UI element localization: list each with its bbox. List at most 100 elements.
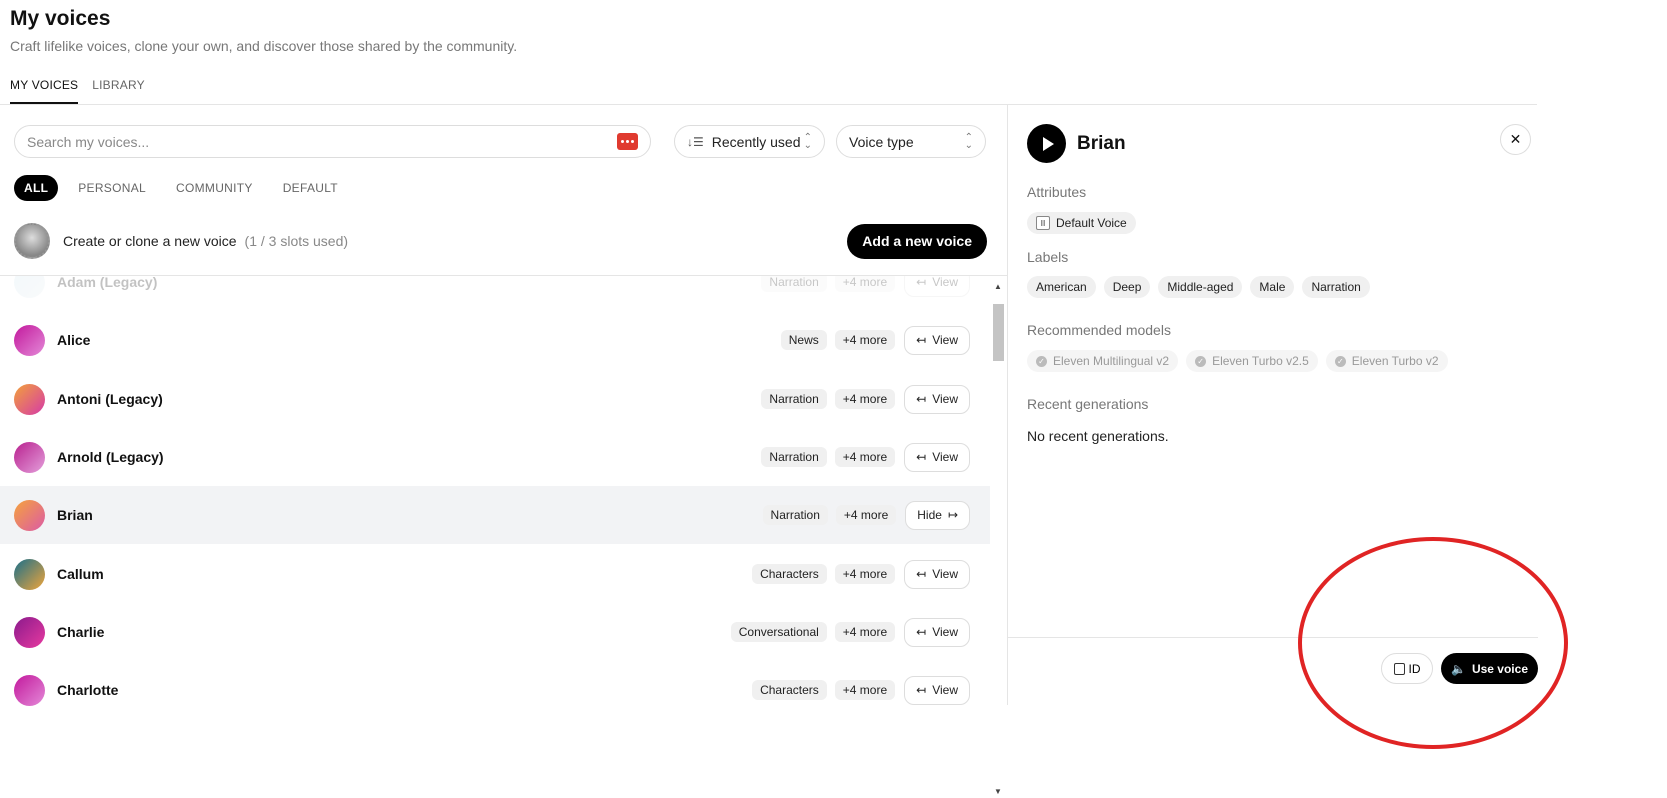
arrow-left-bar-icon: ↤ [916,683,927,697]
tab-my-voices[interactable]: MY VOICES [10,78,79,104]
more-tags-badge[interactable]: +4 more [834,330,896,350]
more-tags-badge[interactable]: +4 more [835,505,897,525]
sort-icon: ↓☰ [687,134,704,149]
view-button[interactable]: ↤ View [904,384,970,414]
page-header: My voices Craft lifelike voices, clone y… [10,6,517,54]
keyboard-shortcut-icon[interactable] [617,133,638,150]
voice-type-select[interactable]: Voice type ⌃ ⌄ [836,125,986,158]
search-input[interactable] [27,133,617,150]
voice-name: Arnold (Legacy) [57,449,164,465]
voice-row[interactable]: Adam (Legacy) Narration +4 more ↤ View [0,276,990,311]
scroll-down-icon[interactable]: ▼ [994,787,1002,796]
create-voice-avatar [14,223,50,259]
more-tags-badge[interactable]: +4 more [834,276,896,292]
voice-row-actions: Narration +4 more Hide ↦ [762,500,970,530]
action-label: View [932,333,958,347]
action-label: View [932,392,958,406]
voice-row-actions: Characters +4 more ↤ View [752,675,970,705]
attributes-list: II Default Voice [1027,212,1136,234]
models-list: ✓ Eleven Multilingual v2 ✓ Eleven Turbo v2… [1027,350,1448,372]
more-tags-badge[interactable]: +4 more [834,680,896,700]
close-button[interactable]: ✕ [1500,124,1531,155]
labels-label: Labels [1027,249,1069,265]
voice-tag: Narration [762,505,828,525]
copy-id-button[interactable]: ID [1381,653,1433,684]
more-tags-badge[interactable]: +4 more [834,622,896,642]
view-button[interactable]: ↤ View [904,617,970,647]
voice-name: Adam (Legacy) [57,276,158,290]
voice-tag: News [780,330,827,350]
recommended-models-label: Recommended models [1027,322,1171,338]
label-tag: American [1027,276,1096,298]
voice-avatar [14,558,45,590]
tab-bar: MY VOICES LIBRARY [10,78,145,104]
voice-name: Brian [57,507,93,523]
voice-avatar [14,499,45,531]
action-label: View [932,450,958,464]
tab-library[interactable]: LIBRARY [92,78,145,104]
model-tag: ✓ Eleven Turbo v2.5 [1186,350,1318,372]
slots-used-text: (1 / 3 slots used) [244,233,349,249]
voice-type-label: Voice type [849,133,914,150]
use-voice-button[interactable]: 🔈 Use voice [1441,653,1538,684]
voice-tag: Narration [761,276,827,292]
voice-avatar [14,276,45,298]
page-title: My voices [10,7,111,30]
more-tags-badge[interactable]: +4 more [834,447,896,467]
filter-personal[interactable]: PERSONAL [68,175,156,201]
check-icon: ✓ [1036,355,1047,367]
voice-row[interactable]: Antoni (Legacy) Narration +4 more ↤ View [0,370,990,428]
scroll-up-icon[interactable]: ▲ [994,282,1002,291]
add-new-voice-button[interactable]: Add a new voice [847,223,987,259]
no-recent-text: No recent generations. [1027,428,1169,444]
view-button[interactable]: ↤ View [904,442,970,472]
play-button[interactable] [1027,124,1066,163]
voice-avatar [14,383,45,415]
more-tags-badge[interactable]: +4 more [834,564,896,584]
voice-row[interactable]: Alice News +4 more ↤ View [0,311,990,369]
view-button[interactable]: ↤ View [904,559,970,589]
chevron-updown-icon: ⌃ ⌄ [803,131,812,151]
model-label: Eleven Multilingual v2 [1053,354,1170,368]
detail-footer-divider [1008,637,1538,638]
filter-all[interactable]: ALL [14,175,59,201]
voice-row[interactable]: Callum Characters +4 more ↤ View [0,545,990,603]
create-voice-text: Create or clone a new voice [63,233,237,249]
arrow-left-bar-icon: ↤ [916,567,927,581]
model-tag: ✓ Eleven Multilingual v2 [1027,350,1179,372]
voice-row[interactable]: Charlotte Characters +4 more ↤ View [0,661,990,719]
action-label: View [932,625,958,639]
arrow-left-bar-icon: ↤ [916,625,927,639]
voice-row[interactable]: Charlie Conversational +4 more ↤ View [0,603,990,661]
more-tags-badge[interactable]: +4 more [834,389,896,409]
voice-tag: Narration [761,389,827,409]
attribute-label: Default Voice [1056,216,1127,230]
list-scrollbar[interactable]: ▲ ▼ [991,276,1005,798]
voice-tag: Characters [752,680,827,700]
voice-row[interactable]: Arnold (Legacy) Narration +4 more ↤ View [0,428,990,486]
id-label: ID [1408,661,1421,676]
create-voice-row: Create or clone a new voice (1 / 3 slots… [14,221,987,261]
arrow-left-bar-icon: ↤ [916,392,927,406]
view-button[interactable]: ↤ View [904,325,970,355]
voice-name: Charlie [57,624,105,640]
recent-generations-label: Recent generations [1027,396,1149,412]
view-button[interactable]: ↤ View [904,276,970,297]
chevron-updown-icon: ⌃ ⌄ [964,131,973,151]
voice-row[interactable]: Brian Narration +4 more Hide ↦ [0,486,990,544]
filter-community[interactable]: COMMUNITY [166,175,263,201]
attributes-label: Attributes [1027,184,1087,200]
view-button[interactable]: ↤ View [904,675,970,705]
labels-list: American Deep Middle-aged Male Narration [1027,276,1370,298]
voice-row-actions: News +4 more ↤ View [780,325,970,355]
filter-default[interactable]: DEFAULT [273,175,348,201]
voice-avatar [14,616,45,648]
voice-tag: Conversational [730,622,827,642]
copy-icon [1393,662,1405,675]
attribute-tag: II Default Voice [1027,212,1136,234]
sort-select[interactable]: ↓☰ Recently used ⌃ ⌄ [674,125,825,158]
voice-tag: Narration [761,447,827,467]
voice-name: Alice [57,332,91,348]
scroll-thumb[interactable] [993,304,1004,361]
hide-button[interactable]: Hide ↦ [905,500,970,530]
